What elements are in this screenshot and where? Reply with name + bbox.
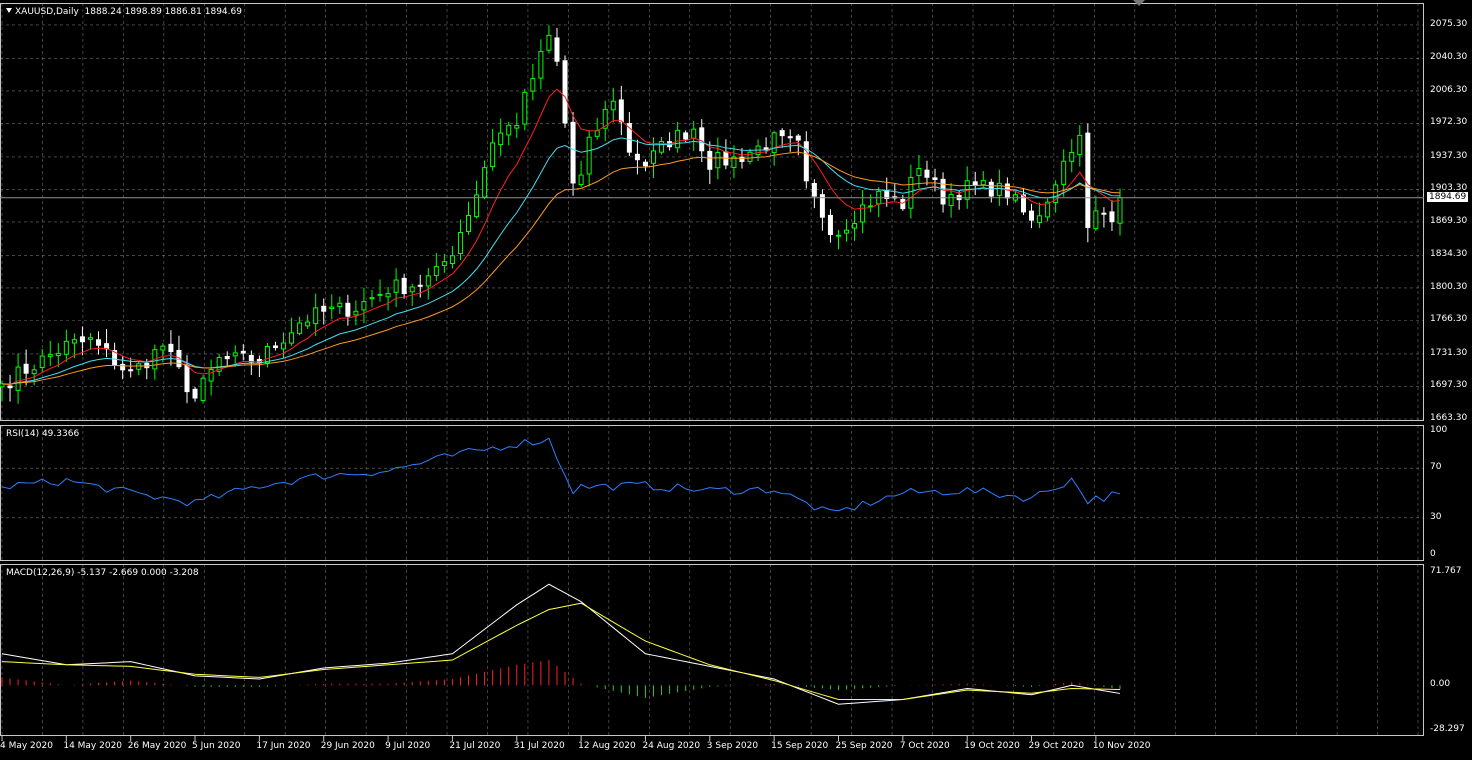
- ohlc-readout: 1888.24 1898.89 1886.81 1894.69: [84, 7, 242, 17]
- dropdown-triangle-icon[interactable]: [6, 8, 12, 13]
- time-axis-label: 19 Oct 2020: [964, 741, 1020, 751]
- rsi-label: RSI(14) 49.3366: [6, 429, 80, 439]
- time-axis-label: 3 Sep 2020: [706, 741, 759, 751]
- price-tick-label: 1869.30: [1430, 215, 1468, 226]
- time-axis-label: 29 Oct 2020: [1028, 741, 1085, 751]
- chart-header: XAUUSD,Daily 1888.24 1898.89 1886.81 189…: [6, 7, 242, 17]
- price-tick-label: 2006.30: [1430, 84, 1468, 95]
- time-axis-label: 31 Jul 2020: [513, 741, 565, 751]
- rsi-level-label: 70: [1430, 462, 1442, 473]
- time-axis-label: 24 Aug 2020: [642, 741, 701, 751]
- price-tick-label: 1697.30: [1430, 380, 1468, 391]
- rsi-level-label: 100: [1430, 425, 1448, 435]
- time-axis-label: 9 Jul 2020: [385, 741, 431, 751]
- price-tick-label: 1834.30: [1430, 249, 1468, 260]
- time-axis-label: 17 Jun 2020: [256, 741, 311, 751]
- macd-level-label: -28.297: [1430, 724, 1465, 734]
- time-axis-label: 21 Jul 2020: [449, 741, 501, 751]
- time-axis-label: 14 May 2020: [63, 741, 123, 751]
- time-axis-label: 29 Jun 2020: [320, 741, 375, 751]
- rsi-level-label: 30: [1430, 511, 1442, 522]
- rsi-level-label: 0: [1430, 549, 1436, 559]
- price-tick-label: 2040.30: [1430, 52, 1468, 63]
- time-axis-label: 5 Jun 2020: [192, 741, 241, 751]
- price-tick-label: 2075.30: [1430, 18, 1468, 29]
- time-axis-label: 26 May 2020: [127, 741, 187, 751]
- time-axis-label: 7 Oct 2020: [899, 741, 950, 751]
- price-tick-label: 1766.30: [1430, 314, 1468, 325]
- time-axis-label: 4 May 2020: [0, 741, 53, 751]
- time-axis-label: 25 Sep 2020: [835, 741, 893, 751]
- current-price-tag: 1894.69: [1427, 191, 1469, 202]
- chart-shift-marker-icon[interactable]: [1133, 0, 1145, 6]
- price-tick-label: 1800.30: [1430, 281, 1468, 292]
- time-axis-label: 12 Aug 2020: [578, 741, 636, 751]
- price-tick-label: 1972.30: [1430, 117, 1468, 128]
- macd-level-label: 71.767: [1430, 566, 1462, 576]
- price-tick-label: 1663.30: [1430, 413, 1468, 423]
- symbol-label: XAUUSD,Daily: [15, 7, 79, 17]
- macd-level-label: 0.00: [1430, 679, 1451, 690]
- price-chart-pane[interactable]: XAUUSD,Daily 1888.24 1898.89 1886.81 189…: [0, 3, 1424, 421]
- macd-pane[interactable]: MACD(12,26,9) -5.137 -2.669 0.000 -3.208: [0, 564, 1424, 736]
- rsi-pane[interactable]: RSI(14) 49.3366: [0, 425, 1424, 561]
- macd-label: MACD(12,26,9) -5.137 -2.669 0.000 -3.208: [6, 568, 199, 578]
- time-axis-label: 15 Sep 2020: [771, 741, 829, 751]
- price-tick-label: 1937.30: [1430, 150, 1468, 161]
- time-axis-label: 10 Nov 2020: [1092, 741, 1151, 751]
- price-tick-label: 1731.30: [1430, 347, 1468, 358]
